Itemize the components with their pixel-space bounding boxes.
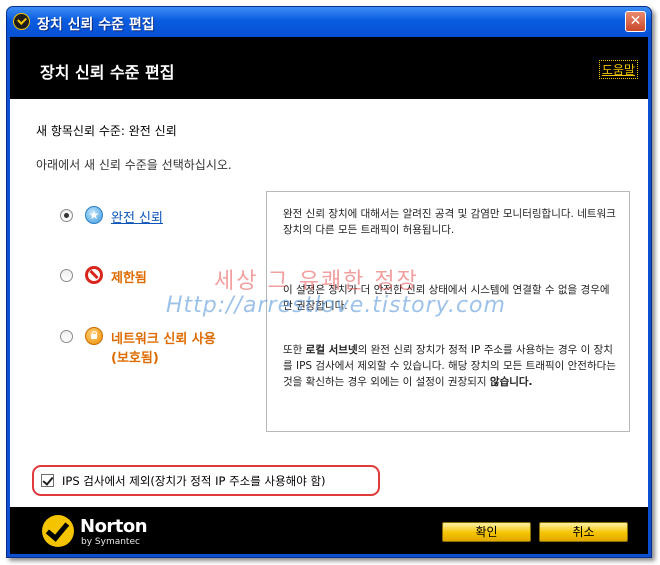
current-trust-level: 새 항목신뢰 수준: 완전 신뢰 [36,124,177,138]
desc-p3-pre: 또한 [283,344,306,356]
desc-p3-bold2: 않습니다. [489,376,533,388]
window-title: 장치 신뢰 수준 편집 [37,17,155,33]
close-button[interactable]: ✕ [625,11,646,32]
description-paragraph-1: 완전 신뢰 장치에 대해서는 알려진 공격 및 감염만 모니터링합니다. 네트워… [283,208,616,236]
title-bar[interactable]: 장치 신뢰 수준 편집 ✕ [7,7,651,37]
network-trust-sublabel[interactable]: (보호됨) [111,347,159,366]
page-title: 장치 신뢰 수준 편집 [40,63,175,82]
option-network-trust[interactable]: 네트워크 신뢰 사용 (보호됨) [60,327,260,367]
ips-exclusion-highlight: IPS 검사에서 제외(장치가 정적 IP 주소를 사용해야 함) [32,465,380,496]
norton-logo-text: Norton [80,516,148,537]
ips-exclusion-checkbox[interactable] [41,474,54,487]
description-paragraph-3: 또한 로컬 서브넷의 완전 신뢰 장치가 정적 IP 주소를 사용하는 경우 이… [283,342,618,390]
watermark-title: 세상 그 유쾌한 정장 [214,269,419,294]
dialog-window: 장치 신뢰 수준 편집 ✕ 장치 신뢰 수준 편집 도움말 새 항목신뢰 수준:… [6,6,652,558]
cancel-button[interactable]: 취소 [539,522,628,542]
network-trust-radio[interactable] [60,330,73,343]
ok-button[interactable]: 확인 [442,522,531,542]
restricted-label[interactable]: 제한됨 [111,267,147,286]
help-link[interactable]: 도움말 [598,60,638,79]
footer-bar: Norton by Symantec 확인 취소 [10,507,648,554]
full-trust-label[interactable]: 완전 신뢰 [111,207,163,226]
network-trust-label[interactable]: 네트워크 신뢰 사용 [111,328,216,347]
block-icon [85,266,103,284]
desc-p3-bold: 로컬 서브넷 [305,344,358,356]
lock-icon [85,327,103,345]
header-banner: 장치 신뢰 수준 편집 도움말 [10,37,648,99]
instruction-text: 아래에서 새 신뢰 수준을 선택하십시오. [36,158,232,172]
ips-exclusion-label[interactable]: IPS 검사에서 제외(장치가 정적 IP 주소를 사용해야 함) [62,473,326,489]
restricted-radio[interactable] [60,269,73,282]
full-trust-radio[interactable] [60,209,73,222]
option-restricted[interactable]: 제한됨 [60,266,220,286]
symantec-subtext: by Symantec [81,537,140,547]
option-full-trust[interactable]: ★ 완전 신뢰 [60,206,220,226]
norton-check-icon [42,515,74,547]
star-icon: ★ [85,206,103,224]
norton-app-icon [13,13,30,30]
watermark-url: Http://arrestlove.tistory.com [166,293,506,318]
dialog-body: 장치 신뢰 수준 편집 도움말 새 항목신뢰 수준: 완전 신뢰 아래에서 새 … [10,37,648,554]
